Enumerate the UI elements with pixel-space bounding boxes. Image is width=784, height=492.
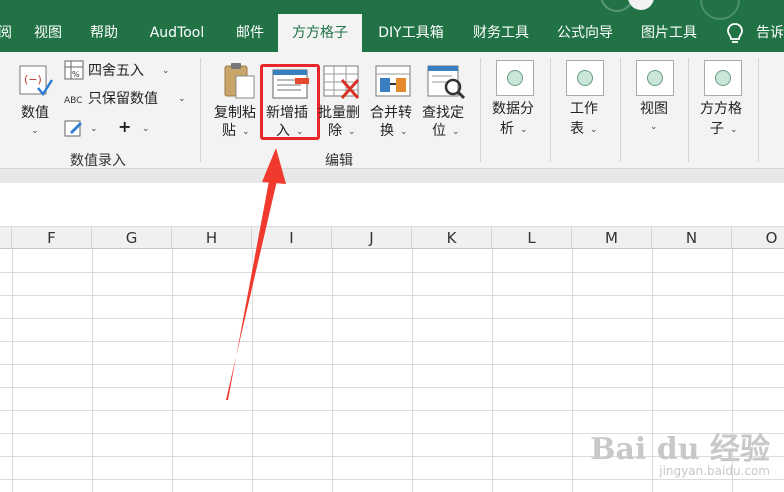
red-arrow-annotation xyxy=(226,148,286,400)
excel-window: 阅 视图 帮助 AudTool 邮件 方方格子 DIY工具箱 财务工具 公式向导… xyxy=(0,0,784,492)
watermark: Bai du 经验 jingyan.baidu.com xyxy=(590,424,770,478)
watermark-main: Bai du 经验 xyxy=(590,432,770,467)
